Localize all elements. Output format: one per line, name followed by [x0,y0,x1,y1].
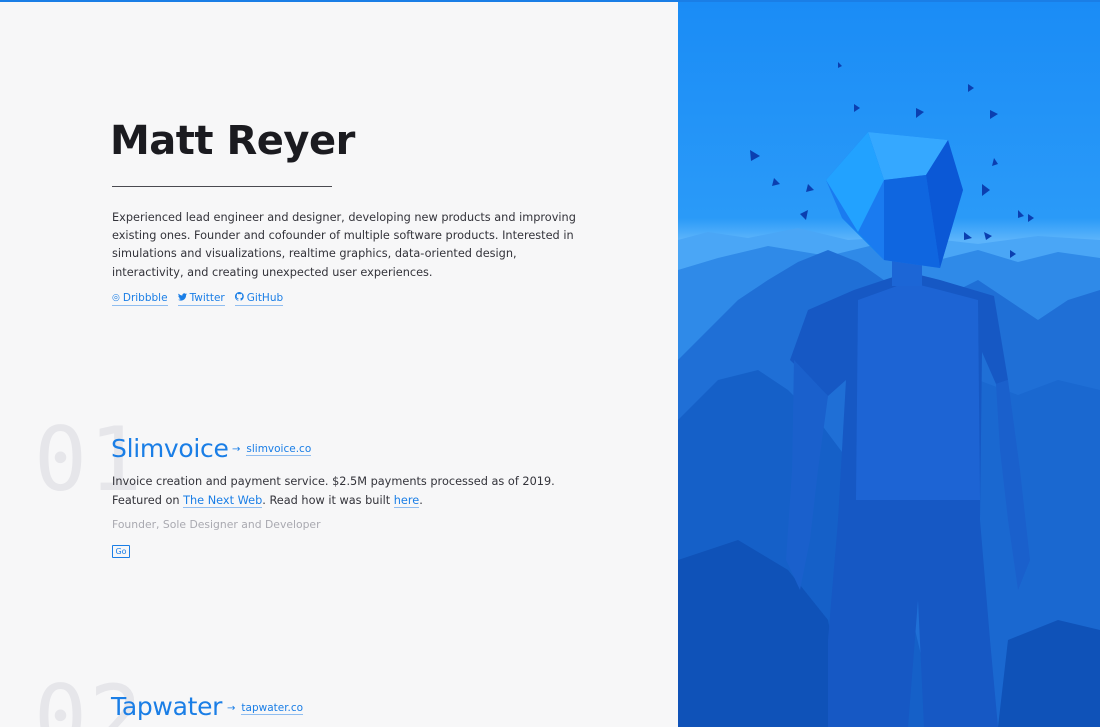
dribbble-icon: ◎ [112,293,120,303]
twitter-link[interactable]: Twitter [177,292,225,306]
how-it-was-built-link[interactable]: here [393,494,420,508]
dribbble-link[interactable]: ◎ Dribbble [112,292,168,306]
project-url-link[interactable]: slimvoice.co [246,443,312,456]
desc-text-2: . Read how it was built [262,494,394,507]
bio-text: Experienced lead engineer and designer, … [112,211,576,279]
the-next-web-link[interactable]: The Next Web [183,494,263,508]
twitter-label: Twitter [189,292,225,304]
twitter-icon [177,292,187,304]
page-title: Matt Reyer [110,118,355,164]
project-title: Slimvoice [111,434,229,463]
github-label: GitHub [246,292,284,304]
github-link[interactable]: GitHub [234,292,284,306]
social-links: ◎ Dribbble Twitter GitHub [112,292,284,306]
arrow-right-icon: → [227,703,236,714]
desc-text-3: . [419,494,423,507]
project-role: Founder, Sole Designer and Developer [112,518,321,531]
project-link-row: → tapwater.co [227,702,304,715]
project-description: Invoice creation and payment service. $2… [112,472,582,510]
project-url-link[interactable]: tapwater.co [241,702,304,715]
project-title: Tapwater [111,692,223,721]
title-divider [112,186,332,187]
content-panel: Matt Reyer Experienced lead engineer and… [0,0,678,727]
dribbble-label: Dribbble [122,292,168,304]
hero-photo [678,0,1100,727]
hero-photo-illustration [678,0,1100,727]
arrow-right-icon: → [232,444,241,455]
github-icon [234,292,244,304]
top-accent-bar [0,0,1100,2]
project-link-row: → slimvoice.co [232,443,312,456]
go-button[interactable]: Go [112,545,130,558]
